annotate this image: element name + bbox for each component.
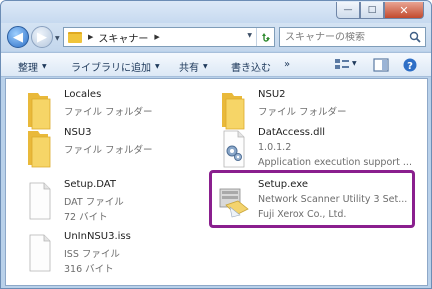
- file-name: DatAccess.dll: [258, 127, 326, 138]
- blank-file-icon: [29, 182, 51, 220]
- forward-arrow-icon: ▶: [37, 29, 47, 45]
- search-input[interactable]: [285, 31, 405, 43]
- chevron-down-icon: ▼: [42, 63, 47, 70]
- burn-button[interactable]: 書き込む: [231, 59, 271, 74]
- minimize-button[interactable]: —: [336, 2, 360, 19]
- address-bar[interactable]: ▶ スキャナー ▶ ▼: [63, 27, 275, 47]
- view-options-dropdown[interactable]: ▼: [352, 60, 357, 67]
- help-icon[interactable]: ?: [402, 58, 418, 72]
- back-button[interactable]: ◀: [7, 26, 29, 48]
- file-item-uninnsu3-iss[interactable]: UnInNSU3.iss ISS ファイル 316 バイト: [14, 227, 214, 277]
- close-button[interactable]: ✕: [384, 2, 424, 19]
- file-item-nsu3[interactable]: NSU3 ファイル フォルダー: [14, 123, 214, 173]
- file-type: ファイル フォルダー: [64, 107, 153, 118]
- add-to-library-button[interactable]: ライブラリに追加 ▼: [71, 59, 160, 74]
- file-name: Setup.DAT: [64, 179, 116, 190]
- chevron-down-icon: ▼: [352, 60, 357, 67]
- breadcrumb-separator-icon[interactable]: ▶: [88, 33, 93, 41]
- share-label: 共有: [179, 63, 199, 74]
- add-to-library-label: ライブラリに追加: [71, 63, 151, 74]
- file-description: Application execution support ...: [258, 157, 412, 168]
- back-arrow-icon: ◀: [13, 29, 23, 45]
- command-bar: 整理 ▼ ライブラリに追加 ▼ 共有 ▼ 書き込む » ▼ ?: [1, 52, 431, 77]
- search-box[interactable]: [279, 27, 426, 47]
- file-item-setup-dat[interactable]: Setup.DAT DAT ファイル 72 バイト: [14, 175, 214, 225]
- title-bar: — □ ✕: [1, 1, 431, 25]
- file-list-pane: Locales ファイル フォルダー NSU2 ファイル フォルダー NSU3 …: [5, 78, 428, 286]
- explorer-window: — □ ✕ ◀ ▶ ▼ ▶ スキャナー ▶ ▼ スキャナーの検索 整理 ▼ ライ…: [0, 0, 432, 289]
- breadcrumb-scanner[interactable]: スキャナー: [98, 30, 148, 45]
- navigation-bar: ◀ ▶ ▼ ▶ スキャナー ▶ ▼: [1, 23, 431, 51]
- maximize-button[interactable]: □: [360, 2, 384, 19]
- file-type: ファイル フォルダー: [64, 145, 153, 156]
- file-size: 72 バイト: [64, 212, 108, 223]
- close-icon: ✕: [399, 3, 409, 17]
- file-version: 1.0.1.2: [258, 142, 292, 153]
- folder-icon: [68, 31, 82, 43]
- share-button[interactable]: 共有 ▼: [179, 59, 208, 74]
- breadcrumb-separator-icon[interactable]: ▶: [154, 33, 159, 41]
- address-dropdown-icon[interactable]: ▼: [247, 32, 252, 39]
- chevron-down-icon: ▼: [203, 63, 208, 70]
- refresh-icon: [261, 33, 270, 42]
- maximize-icon: □: [367, 5, 377, 15]
- folder-icon: [28, 131, 51, 168]
- view-options-icon[interactable]: [334, 58, 350, 72]
- svg-text:?: ?: [407, 61, 413, 72]
- refresh-button[interactable]: [256, 28, 274, 46]
- file-type: ISS ファイル: [64, 249, 120, 260]
- dll-file-icon: [223, 130, 245, 168]
- file-name: NSU2: [258, 89, 286, 100]
- caption-buttons: — □ ✕: [336, 2, 424, 19]
- preview-pane-icon[interactable]: [373, 58, 389, 72]
- organize-button[interactable]: 整理 ▼: [18, 59, 47, 74]
- blank-file-icon: [29, 234, 51, 272]
- more-commands-button[interactable]: »: [284, 59, 290, 70]
- burn-label: 書き込む: [231, 63, 271, 74]
- forward-button[interactable]: ▶: [31, 26, 53, 48]
- organize-label: 整理: [18, 63, 38, 74]
- more-commands-label: »: [284, 59, 291, 70]
- file-type: ファイル フォルダー: [258, 107, 347, 118]
- recent-pages-dropdown[interactable]: ▼: [55, 35, 60, 42]
- file-type: DAT ファイル: [64, 197, 124, 208]
- highlight-box: [209, 170, 415, 228]
- file-name: Locales: [64, 89, 102, 100]
- file-name: NSU3: [64, 127, 92, 138]
- file-name: UnInNSU3.iss: [64, 231, 131, 242]
- file-item-datacess-dll[interactable]: DatAccess.dll 1.0.1.2 Application execut…: [208, 123, 412, 173]
- file-size: 316 バイト: [64, 264, 114, 275]
- chevron-down-icon: ▼: [155, 63, 160, 70]
- search-icon[interactable]: [409, 31, 421, 43]
- minimize-icon: —: [343, 5, 353, 15]
